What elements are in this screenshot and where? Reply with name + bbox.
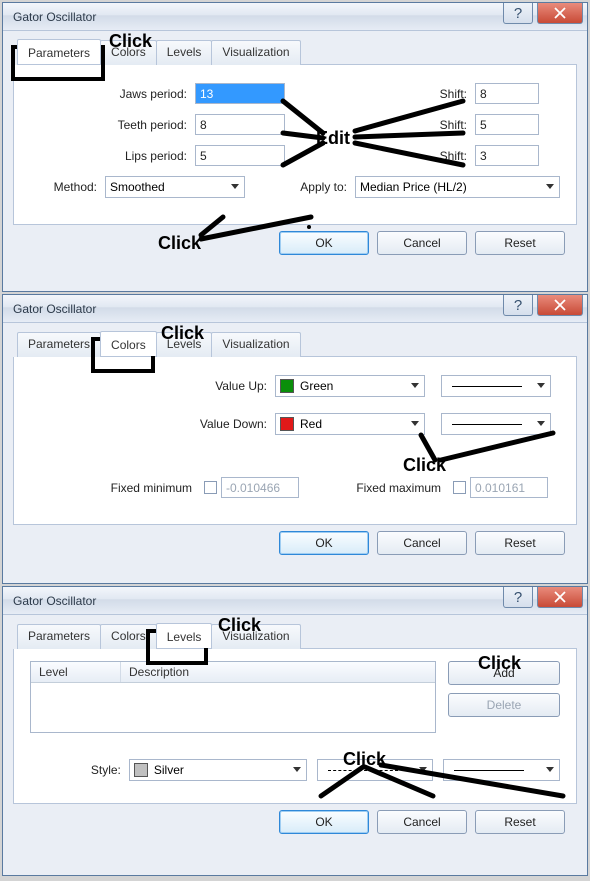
jaws-period-label: Jaws period: [30,87,195,101]
tab-parameters[interactable]: Parameters [17,332,101,357]
apply-to-label: Apply to: [245,180,355,194]
tab-content: Level Description Add Delete Style: Silv… [13,649,577,804]
tab-bar: Parameters Colors Levels Visualization [17,39,577,65]
tab-content: Value Up: Green Value Down: Red [13,357,577,525]
col-level[interactable]: Level [31,662,121,682]
tab-parameters[interactable]: Parameters [17,39,101,64]
chevron-down-icon [293,767,301,772]
reset-button[interactable]: Reset [475,531,565,555]
tab-bar: Parameters Colors Levels Visualization [17,623,577,649]
style-line-select[interactable] [317,759,434,781]
close-button[interactable] [537,587,583,608]
lips-period-label: Lips period: [30,149,195,163]
teeth-shift-label: Shift: [285,118,475,132]
lips-period-input[interactable] [195,145,285,166]
line-preview [454,770,524,771]
style-color-select[interactable]: Silver [129,759,307,781]
tab-parameters[interactable]: Parameters [17,624,101,649]
close-icon [554,591,566,603]
tab-levels[interactable]: Levels [156,623,213,648]
add-button[interactable]: Add [448,661,560,685]
gator-dialog-levels: Gator Oscillator ? Parameters Colors Lev… [2,586,588,876]
levels-listview[interactable]: Level Description [30,661,436,733]
fixed-min-label: Fixed minimum [30,481,200,495]
fixed-max-checkbox[interactable] [453,481,466,494]
tab-levels[interactable]: Levels [156,332,213,357]
window-title: Gator Oscillator [13,10,96,24]
method-label: Method: [30,180,105,194]
tab-colors[interactable]: Colors [100,624,157,649]
line-preview [452,386,522,387]
cancel-button[interactable]: Cancel [377,531,467,555]
color-swatch-red [280,417,294,431]
cancel-button[interactable]: Cancel [377,231,467,255]
gator-dialog-parameters: Gator Oscillator ? Parameters Colors Lev… [2,2,588,292]
tab-visualization[interactable]: Visualization [211,624,300,649]
help-button[interactable]: ? [503,295,533,316]
reset-button[interactable]: Reset [475,810,565,834]
ok-button[interactable]: OK [279,531,369,555]
jaws-period-input[interactable] [195,83,285,104]
line-preview [452,424,522,425]
titlebar[interactable]: Gator Oscillator ? [3,587,587,615]
apply-to-select[interactable]: Median Price (HL/2) [355,176,560,198]
gator-dialog-colors: Gator Oscillator ? Parameters Colors Lev… [2,294,588,584]
color-swatch-silver [134,763,148,777]
fixed-max-input [470,477,548,498]
chevron-down-icon [537,421,545,426]
tab-content: Jaws period: Shift: Teeth period: Shift:… [13,65,577,225]
tab-visualization[interactable]: Visualization [211,40,300,65]
jaws-shift-input[interactable] [475,83,539,104]
value-down-label: Value Down: [30,417,275,431]
teeth-period-label: Teeth period: [30,118,195,132]
method-select[interactable]: Smoothed [105,176,245,198]
chevron-down-icon [411,421,419,426]
value-up-label: Value Up: [30,379,275,393]
help-button[interactable]: ? [503,3,533,24]
col-description[interactable]: Description [121,662,435,682]
delete-button: Delete [448,693,560,717]
tab-levels[interactable]: Levels [156,40,213,65]
window-title: Gator Oscillator [13,302,96,316]
style-label: Style: [30,763,129,777]
close-button[interactable] [537,295,583,316]
close-icon [554,299,566,311]
close-icon [554,7,566,19]
chevron-down-icon [546,767,554,772]
tab-colors[interactable]: Colors [100,40,157,65]
help-button[interactable]: ? [503,587,533,608]
window-title: Gator Oscillator [13,594,96,608]
titlebar[interactable]: Gator Oscillator ? [3,295,587,323]
reset-button[interactable]: Reset [475,231,565,255]
fixed-max-label: Fixed maximum [299,481,449,495]
lips-shift-input[interactable] [475,145,539,166]
value-down-color-select[interactable]: Red [275,413,425,435]
chevron-down-icon [419,767,427,772]
close-button[interactable] [537,3,583,24]
fixed-min-checkbox[interactable] [204,481,217,494]
value-up-color-select[interactable]: Green [275,375,425,397]
chevron-down-icon [411,383,419,388]
titlebar[interactable]: Gator Oscillator ? [3,3,587,31]
list-header: Level Description [31,662,435,683]
teeth-period-input[interactable] [195,114,285,135]
tab-visualization[interactable]: Visualization [211,332,300,357]
chevron-down-icon [546,184,554,189]
lips-shift-label: Shift: [285,149,475,163]
fixed-min-input [221,477,299,498]
chevron-down-icon [537,383,545,388]
teeth-shift-input[interactable] [475,114,539,135]
style-width-select[interactable] [443,759,560,781]
value-down-line-select[interactable] [441,413,551,435]
tab-bar: Parameters Colors Levels Visualization [17,331,577,357]
jaws-shift-label: Shift: [285,87,475,101]
ok-button[interactable]: OK [279,810,369,834]
chevron-down-icon [231,184,239,189]
color-swatch-green [280,379,294,393]
ok-button[interactable]: OK [279,231,369,255]
cancel-button[interactable]: Cancel [377,810,467,834]
tab-colors[interactable]: Colors [100,331,157,356]
value-up-line-select[interactable] [441,375,551,397]
line-preview [328,770,398,771]
